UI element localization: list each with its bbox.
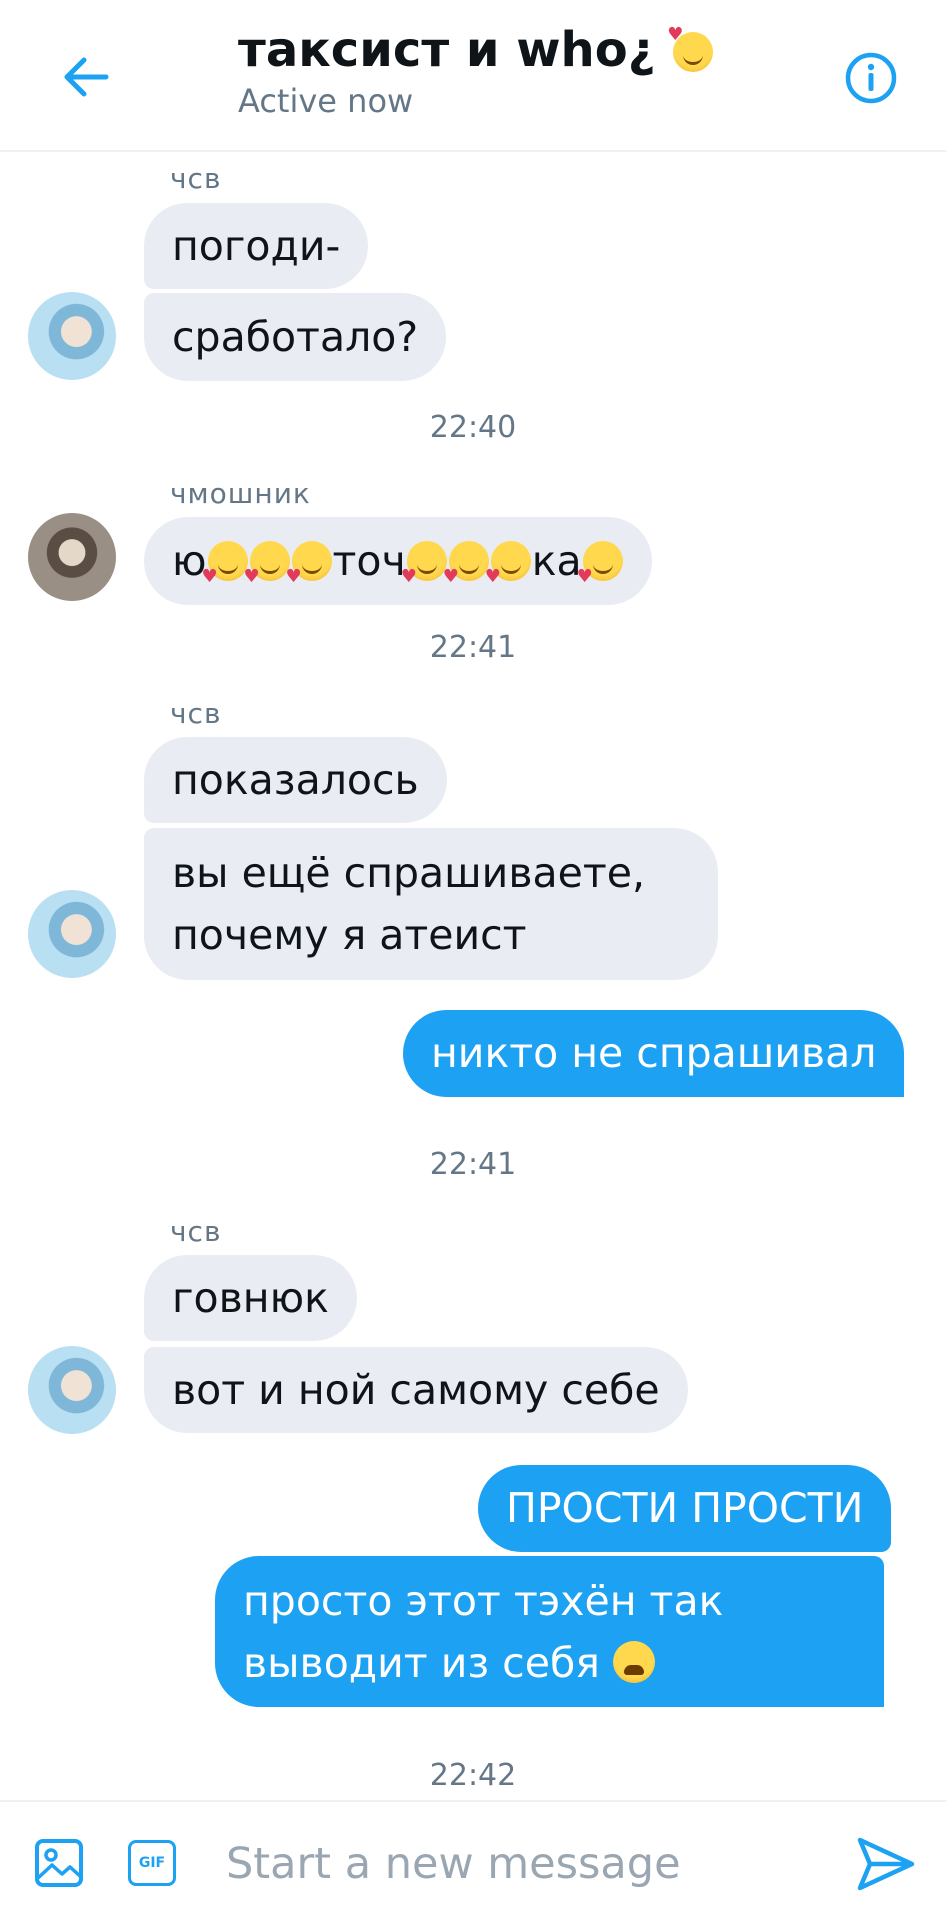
incoming-message[interactable]: погоди- xyxy=(144,203,369,289)
sender-name: чмошник xyxy=(170,477,311,510)
avatar[interactable] xyxy=(28,513,116,601)
message-timestamp: 22:40 xyxy=(429,410,517,445)
incoming-message[interactable]: показалось xyxy=(144,737,447,823)
message-input[interactable] xyxy=(224,1832,828,1896)
avatar[interactable] xyxy=(28,890,116,978)
sender-name: чсв xyxy=(170,697,222,730)
heart-smile-emoji-icon xyxy=(244,533,290,621)
incoming-message[interactable]: вы ещё спрашиваете, почему я атеист xyxy=(144,828,718,980)
message-text-part: ка xyxy=(531,537,582,585)
info-icon[interactable] xyxy=(844,51,898,105)
heart-smile-emoji-icon xyxy=(401,533,447,621)
presence-status: Active now xyxy=(238,82,414,120)
conversation-title[interactable]: таксист и who¿ xyxy=(238,22,714,78)
gif-icon[interactable]: GIF xyxy=(128,1840,176,1886)
incoming-message[interactable]: говнюк xyxy=(144,1255,357,1341)
outgoing-message[interactable]: просто этот тэхён так выводит из себя xyxy=(215,1556,884,1707)
heart-smile-emoji-icon xyxy=(577,533,623,621)
heart-smile-emoji-icon xyxy=(443,533,489,621)
message-text-part: точ xyxy=(332,537,406,585)
conversation-header: таксист и who¿ Active now xyxy=(0,0,946,152)
message-composer: GIF xyxy=(0,1800,946,1922)
incoming-message[interactable]: юточка xyxy=(144,517,652,621)
outgoing-message[interactable]: ПРОСТИ ПРОСТИ xyxy=(478,1465,892,1552)
message-timestamp: 22:41 xyxy=(429,1147,517,1182)
message-timestamp: 22:41 xyxy=(429,630,517,665)
heart-smile-emoji-icon xyxy=(667,24,714,72)
sender-name: чсв xyxy=(170,162,222,195)
message-timestamp: 22:42 xyxy=(429,1758,517,1793)
heart-smile-emoji-icon xyxy=(202,533,248,621)
incoming-message[interactable]: сработало? xyxy=(144,293,447,381)
image-icon[interactable] xyxy=(34,1838,84,1888)
avatar[interactable] xyxy=(28,292,116,380)
back-arrow-icon[interactable] xyxy=(58,50,112,104)
avatar[interactable] xyxy=(28,1346,116,1434)
heart-smile-emoji-icon xyxy=(286,533,332,621)
heart-smile-emoji-icon xyxy=(485,533,531,621)
outgoing-message[interactable]: никто не спрашивал xyxy=(403,1010,905,1097)
weary-emoji-icon xyxy=(612,1641,655,1683)
incoming-message[interactable]: вот и ной самому себе xyxy=(144,1347,688,1433)
send-icon[interactable] xyxy=(856,1836,916,1892)
sender-name: чсв xyxy=(170,1215,222,1248)
conversation-title-text: таксист и who¿ xyxy=(238,22,656,78)
